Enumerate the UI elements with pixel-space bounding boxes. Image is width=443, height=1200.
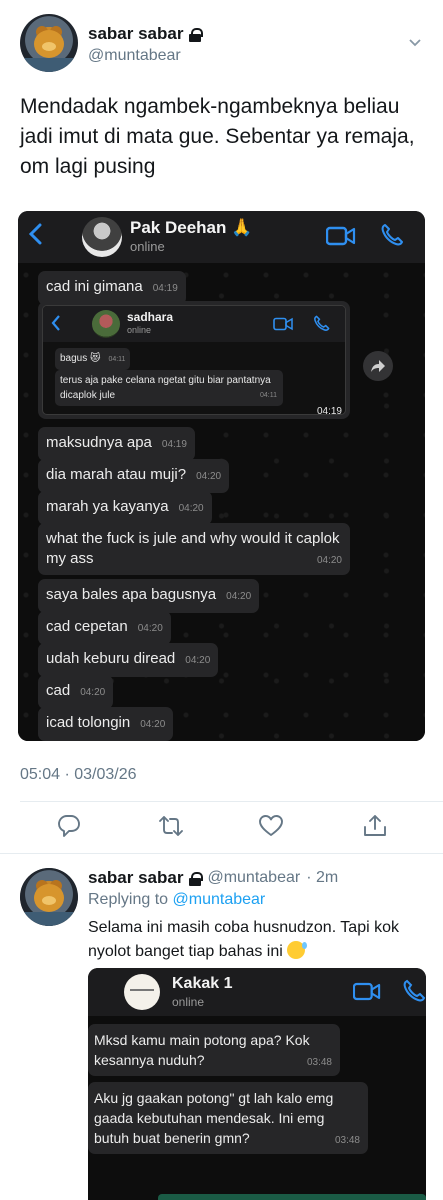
divider xyxy=(20,801,443,802)
nested-screenshot-bubble: sadhara online bagus 😻 04:11 terus aja pa… xyxy=(38,301,350,419)
divider xyxy=(0,853,443,854)
tweet-actions xyxy=(0,813,443,841)
nested-message: bagus 😻 04:11 xyxy=(55,348,131,370)
message-text: bagus 😻 xyxy=(60,353,101,364)
phone-icon xyxy=(403,979,426,1002)
author-name[interactable]: sabar sabar xyxy=(88,24,183,44)
lock-icon xyxy=(189,27,204,42)
tweet-text: Selama ini masih coba husnudzon. Tapi ko… xyxy=(88,916,433,964)
back-arrow-icon xyxy=(51,315,60,331)
message-text: icad tolongin xyxy=(46,714,131,731)
message-time: 04:11 xyxy=(108,356,126,363)
message-time: 04:20 xyxy=(185,655,211,666)
author-handle[interactable]: @muntabear xyxy=(88,47,181,65)
phone-icon xyxy=(381,224,403,246)
author-name[interactable]: sabar sabar xyxy=(88,868,183,888)
retweet-icon[interactable] xyxy=(158,813,184,839)
sweat-smile-emoji-icon xyxy=(287,941,308,959)
heart-icon[interactable] xyxy=(258,813,284,839)
contact-avatar xyxy=(82,217,122,257)
tweet-text-body: Selama ini masih coba husnudzon. Tapi ko… xyxy=(88,919,399,960)
message-time: 03:48 xyxy=(306,1057,332,1068)
replying-to-link[interactable]: @muntabear xyxy=(173,891,266,908)
message-text: Aku jg gaakan potong" gt lah kalo emg ga… xyxy=(94,1090,334,1146)
share-icon[interactable] xyxy=(362,813,388,839)
message-text: saya bales apa bagusnya xyxy=(46,586,217,603)
chat-screenshot-image[interactable]: Kakak 1 online Mksd kamu main potong apa… xyxy=(88,968,426,1200)
message-time: 04:20 xyxy=(196,471,222,482)
author-handle[interactable]: @muntabear xyxy=(207,869,300,887)
message-bubble: Mksd kamu main potong apa? Kok kesannya … xyxy=(88,1024,340,1076)
message-text: Mksd kamu main potong apa? Kok kesannya … xyxy=(94,1032,310,1068)
share-arrow-icon xyxy=(371,360,385,372)
avatar[interactable] xyxy=(20,868,78,926)
message-text: udah keburu diread xyxy=(46,650,176,667)
author-name-row[interactable]: sabar sabar xyxy=(88,24,204,44)
lock-icon xyxy=(189,871,204,886)
message-text: what the fuck is jule and why would it c… xyxy=(46,530,340,567)
chat-screenshot-image[interactable]: Pak Deehan 🙏 online cad ini gimana 04:19 … xyxy=(18,211,425,741)
contact-avatar xyxy=(92,310,120,338)
replying-to: Replying to @muntabear xyxy=(88,891,265,909)
message-text: dia marah atau muji? xyxy=(46,466,187,483)
message-text: cad xyxy=(46,682,71,699)
contact-status: online xyxy=(130,239,165,254)
message-time: 04:11 xyxy=(260,392,277,399)
message-time: 04:20 xyxy=(316,555,342,566)
message-bubble: what the fuck is jule and why would it c… xyxy=(38,523,350,575)
video-call-icon xyxy=(326,226,356,246)
message-bubble: udah keburu diread 04:20 xyxy=(38,643,219,677)
message-time: 04:20 xyxy=(178,503,204,514)
message-bubble: maksudnya apa 04:19 xyxy=(38,427,195,461)
replying-label: Replying to xyxy=(88,891,169,908)
message-time: 03:48 xyxy=(334,1135,360,1146)
message-bubble: saya bales apa bagusnya 04:20 xyxy=(38,579,260,613)
back-arrow-icon xyxy=(28,223,42,245)
contact-name: Pak Deehan 🙏 xyxy=(130,218,253,237)
video-call-icon xyxy=(353,982,381,1001)
message-time: 04:19 xyxy=(316,406,342,417)
reply-tweet[interactable]: sabar sabar @muntabear · 2m Replying to … xyxy=(0,858,443,1200)
author-name-row[interactable]: sabar sabar @muntabear · 2m xyxy=(88,868,338,888)
message-time: 04:20 xyxy=(80,687,106,698)
message-text: marah ya kayanya xyxy=(46,498,169,515)
tweet-timestamp[interactable]: 05:04 · 03/03/26 xyxy=(20,766,137,784)
message-time: 04:20 xyxy=(137,623,163,634)
tweet-header: sabar sabar @muntabear xyxy=(20,14,423,74)
message-text: cad ini gimana xyxy=(46,278,143,295)
nested-screenshot: sadhara online bagus 😻 04:11 terus aja pa… xyxy=(42,305,346,415)
chat-header: Kakak 1 online xyxy=(88,968,426,1016)
tweet-age: · 2m xyxy=(306,869,339,886)
chat-header: Pak Deehan 🙏 online xyxy=(18,211,425,263)
message-bubble: marah ya kayanya 04:20 xyxy=(38,491,212,525)
message-text: maksudnya apa xyxy=(46,434,152,451)
message-bubble: dia marah atau muji? 04:20 xyxy=(38,459,230,493)
message-bubble: Aku jg gaakan potong" gt lah kalo emg ga… xyxy=(88,1082,368,1154)
message-time: 04:20 xyxy=(140,719,166,730)
message-time: 04:20 xyxy=(226,591,252,602)
phone-icon xyxy=(314,315,330,331)
contact-avatar xyxy=(124,974,160,1010)
message-bubble: cad 04:20 xyxy=(38,675,114,709)
reply-icon[interactable] xyxy=(56,813,82,839)
avatar[interactable] xyxy=(20,14,78,72)
message-time: 04:19 xyxy=(161,439,187,450)
message-text: cad cepetan xyxy=(46,618,128,635)
contact-status: online xyxy=(172,995,205,1009)
contact-name: sadhara xyxy=(127,310,174,324)
message-bubble: cad ini gimana 04:19 xyxy=(38,271,186,305)
contact-name: Kakak 1 xyxy=(172,975,233,992)
contact-status: online xyxy=(127,325,152,335)
message-time: 04:19 xyxy=(152,283,178,294)
video-call-icon xyxy=(273,317,293,331)
message-bubble: cad cepetan 04:20 xyxy=(38,611,171,645)
message-text: terus aja pake celana ngetat gitu biar p… xyxy=(60,375,271,401)
outgoing-bubble-edge xyxy=(158,1194,426,1200)
tweet-text: Mendadak ngambek-ngambeknya beliau jadi … xyxy=(20,95,415,178)
chevron-down-icon[interactable] xyxy=(409,36,421,48)
message-bubble: icad tolongin 04:20 xyxy=(38,707,174,741)
forward-button[interactable] xyxy=(363,351,393,381)
nested-message: terus aja pake celana ngetat gitu biar p… xyxy=(55,370,283,406)
